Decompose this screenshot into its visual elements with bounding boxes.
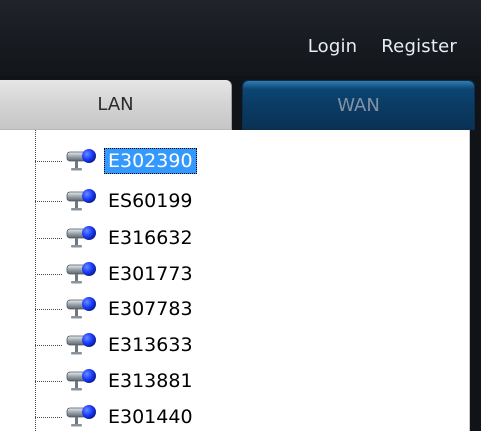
tab-lan[interactable]: LAN: [0, 80, 232, 130]
tab-wan-label: WAN: [337, 94, 380, 116]
device-item[interactable]: E307783: [35, 294, 197, 324]
device-item[interactable]: E316632: [35, 223, 197, 253]
tree-branch: [35, 273, 62, 275]
device-item[interactable]: E301440: [35, 402, 197, 431]
device-label: E316632: [108, 227, 193, 249]
tab-wan[interactable]: WAN: [242, 80, 475, 130]
ip-camera-icon: [64, 147, 100, 175]
device-label: E307783: [108, 298, 193, 320]
device-tree-panel: E302390 ES60199 E316632 E301773 E307783 …: [0, 130, 470, 431]
device-item[interactable]: E301773: [35, 259, 197, 289]
device-item[interactable]: E302390: [35, 146, 197, 176]
device-item[interactable]: ES60199: [35, 186, 197, 216]
device-label: E301773: [108, 263, 193, 285]
ip-camera-icon: [64, 331, 100, 359]
device-tree: E302390 ES60199 E316632 E301773 E307783 …: [0, 130, 469, 431]
tree-branch: [35, 200, 62, 202]
device-item[interactable]: E313633: [35, 330, 197, 360]
device-label: E301440: [108, 406, 193, 428]
tree-branch: [35, 344, 62, 346]
register-link[interactable]: Register: [381, 36, 457, 57]
tree-branch: [35, 416, 62, 418]
device-item[interactable]: E313881: [35, 366, 197, 396]
device-label: E313881: [108, 370, 193, 392]
ip-camera-icon: [64, 224, 100, 252]
device-label: E302390: [104, 148, 197, 174]
tree-branch: [35, 308, 62, 310]
tree-branch: [35, 237, 62, 239]
device-label: E313633: [108, 334, 193, 356]
ip-camera-icon: [64, 295, 100, 323]
top-header: Login Register: [0, 0, 481, 76]
login-link[interactable]: Login: [308, 36, 358, 57]
network-tabs: LAN WAN: [0, 80, 481, 130]
tab-lan-label: LAN: [97, 94, 134, 115]
ip-camera-icon: [64, 403, 100, 431]
tree-branch: [35, 380, 62, 382]
account-links: Login Register: [308, 36, 457, 57]
ip-camera-icon: [64, 260, 100, 288]
ip-camera-icon: [64, 367, 100, 395]
tree-branch: [35, 160, 62, 162]
ip-camera-icon: [64, 187, 100, 215]
device-label: ES60199: [108, 190, 193, 212]
